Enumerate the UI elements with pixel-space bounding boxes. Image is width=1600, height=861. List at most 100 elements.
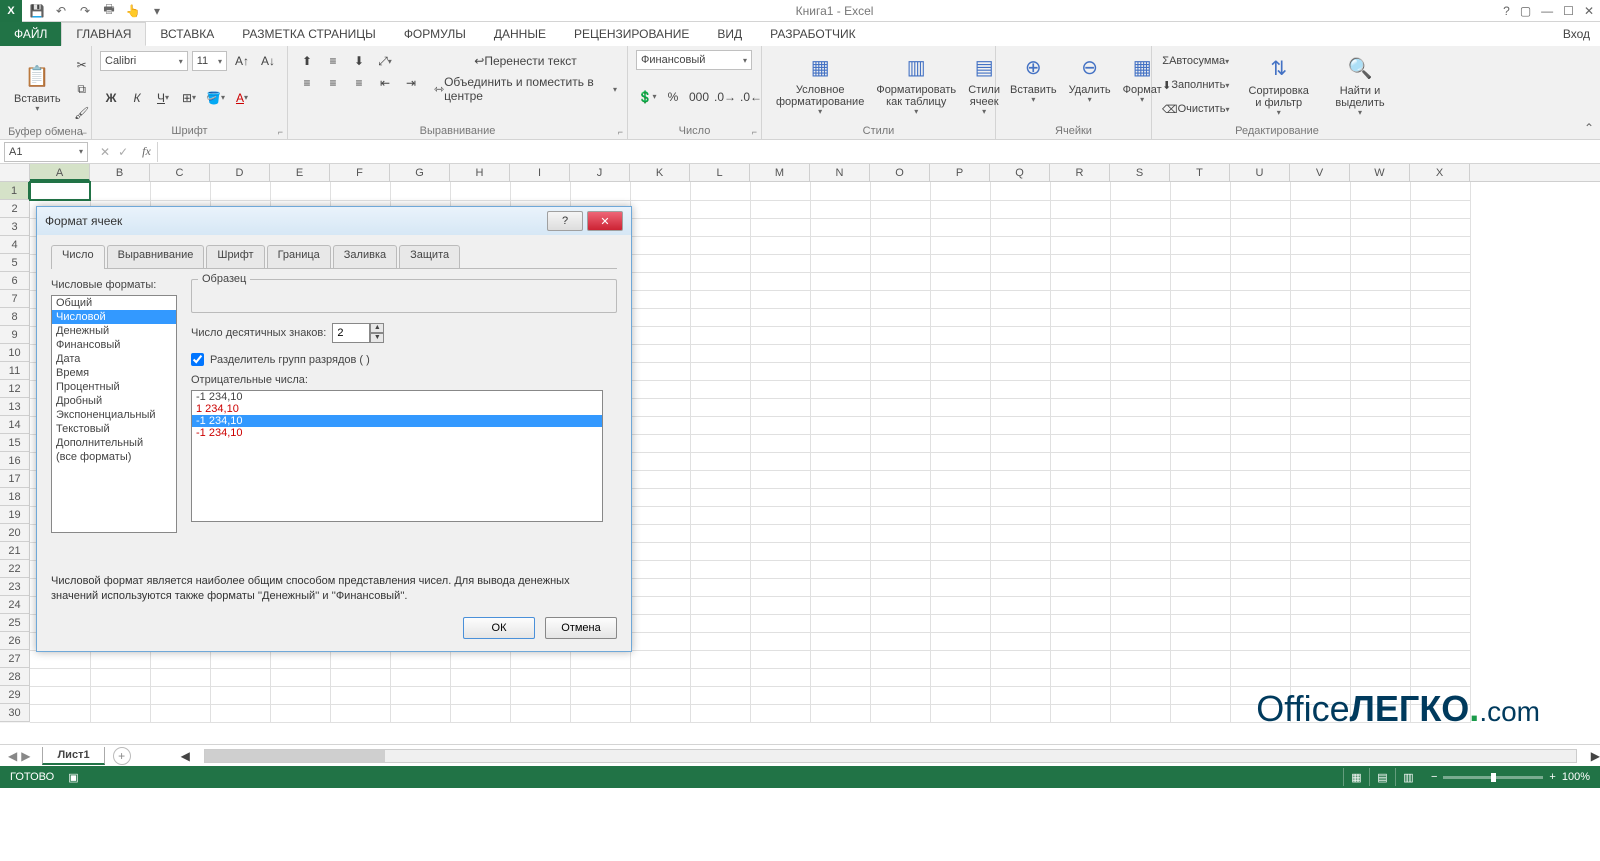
row-header[interactable]: 21 bbox=[0, 542, 30, 560]
format-list-item[interactable]: Общий bbox=[52, 296, 176, 310]
align-right-button[interactable]: ≡ bbox=[348, 72, 370, 94]
sheet-nav-prev[interactable]: ◀ bbox=[8, 749, 17, 763]
border-button[interactable]: ⊞▾ bbox=[178, 87, 200, 109]
macro-record-icon[interactable]: ▣ bbox=[68, 771, 78, 784]
tab-developer[interactable]: РАЗРАБОТЧИК bbox=[756, 22, 870, 46]
dlg-tab-protection[interactable]: Защита bbox=[399, 245, 460, 269]
login-link[interactable]: Вход bbox=[1563, 22, 1600, 46]
format-list-item[interactable]: Дробный bbox=[52, 394, 176, 408]
align-top-button[interactable]: ⬆ bbox=[296, 50, 318, 72]
tab-data[interactable]: ДАННЫЕ bbox=[480, 22, 560, 46]
format-list-item[interactable]: Дата bbox=[52, 352, 176, 366]
format-list-item[interactable]: Денежный bbox=[52, 324, 176, 338]
row-header[interactable]: 3 bbox=[0, 218, 30, 236]
tab-insert[interactable]: ВСТАВКА bbox=[146, 22, 228, 46]
row-header[interactable]: 22 bbox=[0, 560, 30, 578]
row-header[interactable]: 5 bbox=[0, 254, 30, 272]
column-header[interactable]: C bbox=[150, 164, 210, 181]
increase-decimal-button[interactable]: .0→ bbox=[714, 86, 736, 108]
row-header[interactable]: 7 bbox=[0, 290, 30, 308]
collapse-ribbon-button[interactable]: ⌃ bbox=[1584, 121, 1594, 135]
negative-list[interactable]: -1 234,101 234,10-1 234,10-1 234,10 bbox=[191, 390, 603, 522]
column-header[interactable]: I bbox=[510, 164, 570, 181]
cancel-button[interactable]: Отмена bbox=[545, 617, 617, 639]
column-header[interactable]: T bbox=[1170, 164, 1230, 181]
negative-list-item[interactable]: -1 234,10 bbox=[192, 415, 602, 427]
maximize-icon[interactable]: ☐ bbox=[1563, 4, 1574, 18]
row-header[interactable]: 10 bbox=[0, 344, 30, 362]
save-button[interactable]: 💾 bbox=[28, 2, 46, 20]
conditional-formatting-button[interactable]: ▦Условное форматирование▾ bbox=[770, 50, 870, 119]
dialog-titlebar[interactable]: Формат ячеек ? ✕ bbox=[37, 207, 631, 235]
view-page-break-button[interactable]: ▥ bbox=[1395, 768, 1421, 786]
quickprint-button[interactable]: 🖶 bbox=[100, 2, 118, 20]
increase-font-button[interactable]: A↑ bbox=[231, 50, 253, 72]
row-header[interactable]: 24 bbox=[0, 596, 30, 614]
column-header[interactable]: P bbox=[930, 164, 990, 181]
column-header[interactable]: W bbox=[1350, 164, 1410, 181]
zoom-out-button[interactable]: − bbox=[1431, 771, 1437, 783]
minimize-icon[interactable]: — bbox=[1541, 4, 1553, 18]
align-center-button[interactable]: ≡ bbox=[322, 72, 344, 94]
ribbon-options-icon[interactable]: ▢ bbox=[1520, 4, 1531, 18]
formula-input[interactable] bbox=[157, 142, 1600, 162]
row-header[interactable]: 26 bbox=[0, 632, 30, 650]
sheet-tab[interactable]: Лист1 bbox=[42, 747, 104, 765]
format-list-item[interactable]: Время bbox=[52, 366, 176, 380]
decrease-font-button[interactable]: A↓ bbox=[257, 50, 279, 72]
hscroll-right[interactable]: ▶ bbox=[1591, 749, 1600, 763]
row-header[interactable]: 16 bbox=[0, 452, 30, 470]
cancel-formula-icon[interactable]: ✕ bbox=[100, 145, 110, 159]
column-header[interactable]: U bbox=[1230, 164, 1290, 181]
column-header[interactable]: N bbox=[810, 164, 870, 181]
dlg-tab-fill[interactable]: Заливка bbox=[333, 245, 397, 269]
format-list[interactable]: ОбщийЧисловойДенежныйФинансовыйДатаВремя… bbox=[51, 295, 177, 533]
tab-review[interactable]: РЕЦЕНЗИРОВАНИЕ bbox=[560, 22, 703, 46]
align-left-button[interactable]: ≡ bbox=[296, 72, 318, 94]
column-header[interactable]: M bbox=[750, 164, 810, 181]
column-header[interactable]: G bbox=[390, 164, 450, 181]
help-icon[interactable]: ? bbox=[1503, 4, 1510, 18]
format-list-item[interactable]: Экспоненциальный bbox=[52, 408, 176, 422]
font-launcher[interactable]: ⌐ bbox=[278, 127, 283, 137]
number-format-combo[interactable]: Финансовый▾ bbox=[636, 50, 752, 70]
view-page-layout-button[interactable]: ▤ bbox=[1369, 768, 1395, 786]
font-color-button[interactable]: А▾ bbox=[231, 87, 253, 109]
align-middle-button[interactable]: ≡ bbox=[322, 50, 344, 72]
sheet-nav-next[interactable]: ▶ bbox=[21, 749, 30, 763]
tab-formulas[interactable]: ФОРМУЛЫ bbox=[390, 22, 480, 46]
cut-button[interactable]: ✂ bbox=[71, 54, 93, 76]
decrease-indent-button[interactable]: ⇤ bbox=[374, 72, 396, 94]
format-list-item[interactable]: Числовой bbox=[52, 310, 176, 324]
column-header[interactable]: B bbox=[90, 164, 150, 181]
touchmode-button[interactable]: 👆 bbox=[124, 2, 142, 20]
row-header[interactable]: 9 bbox=[0, 326, 30, 344]
decimals-spinner[interactable]: ▲▼ bbox=[332, 323, 384, 343]
italic-button[interactable]: К bbox=[126, 87, 148, 109]
find-select-button[interactable]: 🔍Найти и выделить▾ bbox=[1326, 50, 1394, 120]
dlg-tab-border[interactable]: Граница bbox=[267, 245, 331, 269]
fx-icon[interactable]: fx bbox=[136, 144, 157, 159]
format-list-item[interactable]: Дополнительный bbox=[52, 436, 176, 450]
row-header[interactable]: 28 bbox=[0, 668, 30, 686]
decrease-decimal-button[interactable]: .0← bbox=[740, 86, 762, 108]
row-header[interactable]: 29 bbox=[0, 686, 30, 704]
number-launcher[interactable]: ⌐ bbox=[752, 127, 757, 137]
column-header[interactable]: K bbox=[630, 164, 690, 181]
horizontal-scrollbar[interactable] bbox=[204, 749, 1577, 763]
format-list-item[interactable]: Текстовый bbox=[52, 422, 176, 436]
underline-button[interactable]: Ч▾ bbox=[152, 87, 174, 109]
view-normal-button[interactable]: ▦ bbox=[1343, 768, 1369, 786]
column-header[interactable]: D bbox=[210, 164, 270, 181]
row-header[interactable]: 1 bbox=[0, 182, 30, 200]
dlg-tab-alignment[interactable]: Выравнивание bbox=[107, 245, 205, 269]
row-header[interactable]: 23 bbox=[0, 578, 30, 596]
column-header[interactable]: H bbox=[450, 164, 510, 181]
copy-button[interactable]: ⧉ bbox=[71, 78, 93, 100]
row-header[interactable]: 19 bbox=[0, 506, 30, 524]
column-header[interactable]: S bbox=[1110, 164, 1170, 181]
delete-cells-button[interactable]: ⊖Удалить▾ bbox=[1063, 50, 1117, 107]
zoom-level[interactable]: 100% bbox=[1562, 771, 1590, 783]
row-header[interactable]: 30 bbox=[0, 704, 30, 722]
fill-button[interactable]: ⬇ Заполнить ▾ bbox=[1160, 74, 1231, 96]
